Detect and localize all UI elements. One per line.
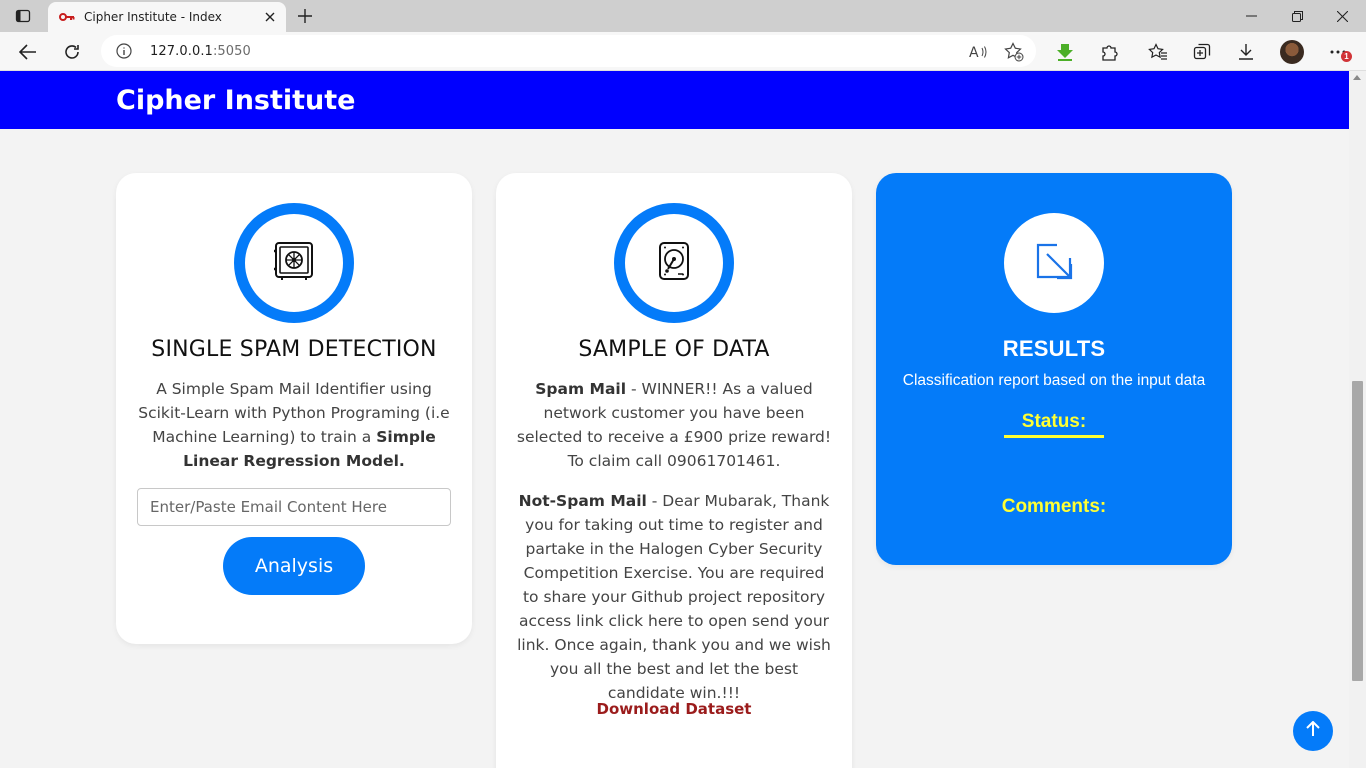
info-icon[interactable] — [116, 43, 132, 59]
spam-mail-label: Spam Mail — [535, 380, 627, 398]
address-bar[interactable]: 127.0.0.1:5050 A — [101, 35, 1036, 67]
restore-icon[interactable] — [1275, 4, 1319, 28]
sample-data-heading: SAMPLE OF DATA — [578, 337, 770, 362]
refresh-icon[interactable] — [59, 39, 85, 65]
results-subtitle: Classification report based on the input… — [902, 372, 1206, 389]
collections-icon[interactable] — [1189, 39, 1215, 65]
key-icon — [59, 9, 75, 25]
not-spam-mail-text: - Dear Mubarak, Thank you for taking out… — [517, 492, 831, 702]
download-extension-icon[interactable] — [1052, 39, 1078, 65]
page-scrollbar[interactable] — [1349, 71, 1366, 768]
single-detection-description: A Simple Spam Mail Identifier using Scik… — [134, 377, 454, 473]
arrow-up-icon — [1306, 720, 1320, 742]
not-spam-mail-sample: Not-Spam Mail - Dear Mubarak, Thank you … — [514, 489, 834, 705]
notification-badge: 1 — [1341, 51, 1352, 62]
comments-label: Comments: — [1001, 496, 1107, 517]
extensions-icon[interactable] — [1096, 39, 1122, 65]
url-text[interactable]: 127.0.0.1:5050 — [150, 44, 251, 59]
scroll-thumb[interactable] — [1352, 381, 1363, 681]
scroll-up-icon[interactable] — [1353, 75, 1361, 80]
new-tab-icon[interactable] — [294, 5, 316, 27]
close-tab-icon[interactable] — [262, 9, 278, 25]
browser-toolbar: 127.0.0.1:5050 A 1 — [0, 32, 1366, 71]
back-to-top-button[interactable] — [1293, 711, 1333, 751]
favorite-add-icon[interactable] — [1004, 42, 1024, 62]
page-content: Cipher Institute SINGLE SPAM DETECTION A… — [0, 71, 1349, 768]
site-header: Cipher Institute — [0, 71, 1349, 129]
results-card: RESULTS Classification report based on t… — [876, 173, 1232, 565]
url-port: :5050 — [212, 44, 251, 59]
tab-actions-icon[interactable] — [8, 5, 38, 27]
downloads-icon[interactable] — [1233, 39, 1259, 65]
read-aloud-icon[interactable]: A — [968, 42, 988, 62]
tab-title: Cipher Institute - Index — [84, 10, 222, 24]
card-icon-circle — [1004, 213, 1104, 313]
card-icon-ring — [234, 203, 354, 323]
card-icon-ring — [614, 203, 734, 323]
minimize-icon[interactable] — [1229, 4, 1273, 28]
email-content-input[interactable] — [137, 488, 451, 526]
site-title[interactable]: Cipher Institute — [116, 85, 356, 116]
arrow-down-right-icon — [1033, 240, 1075, 287]
back-icon[interactable] — [15, 39, 41, 65]
favorites-icon[interactable] — [1145, 39, 1171, 65]
spam-mail-sample: Spam Mail - WINNER!! As a valued network… — [514, 377, 834, 473]
status-label: Status: — [1004, 411, 1104, 438]
single-spam-detection-card: SINGLE SPAM DETECTION A Simple Spam Mail… — [116, 173, 472, 644]
profile-avatar[interactable] — [1280, 40, 1304, 64]
url-host: 127.0.0.1 — [150, 44, 213, 59]
analysis-button[interactable]: Analysis — [223, 537, 365, 595]
close-window-icon[interactable] — [1320, 4, 1364, 28]
hard-drive-icon — [658, 241, 690, 286]
svg-text:A: A — [969, 45, 979, 60]
single-detection-heading: SINGLE SPAM DETECTION — [151, 337, 437, 362]
not-spam-mail-label: Not-Spam Mail — [518, 492, 647, 510]
browser-tab[interactable]: Cipher Institute - Index — [48, 2, 286, 32]
sample-of-data-card: SAMPLE OF DATA Spam Mail - WINNER!! As a… — [496, 173, 852, 768]
results-heading: RESULTS — [1002, 336, 1106, 361]
download-dataset-link[interactable]: Download Dataset — [496, 700, 852, 718]
browser-tab-bar: Cipher Institute - Index — [0, 0, 1366, 32]
safe-icon — [273, 241, 315, 286]
